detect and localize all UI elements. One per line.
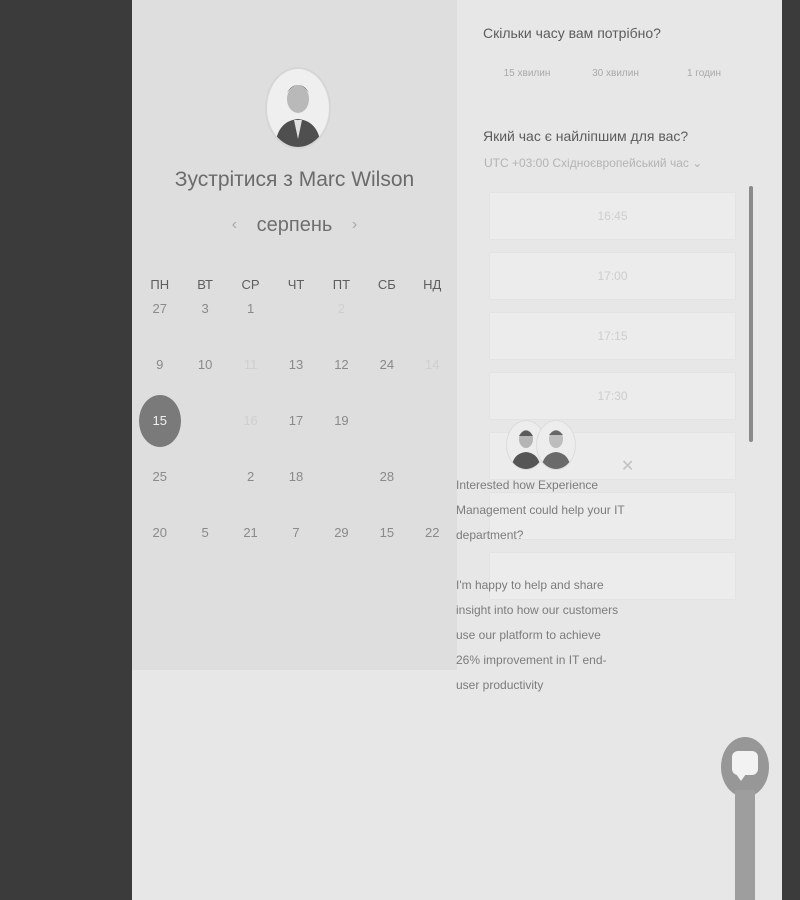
calendar-day[interactable]: 25 — [137, 467, 182, 487]
calendar-day — [319, 467, 364, 487]
chat-popup: ✕ Interested how Experience Management c… — [438, 420, 638, 720]
weekday-label: СР — [241, 277, 260, 292]
calendar-week: 27 3 1 2 — [137, 299, 455, 319]
time-slot[interactable]: 17:00 — [489, 252, 736, 300]
weekday-label: ВТ — [197, 277, 213, 292]
calendar-day — [364, 299, 409, 319]
chat-launcher-button[interactable] — [721, 737, 769, 797]
calendar-day: 14 — [425, 357, 440, 372]
slot-list-scrollbar[interactable] — [749, 186, 753, 442]
calendar-week: 25 2 18 28 — [137, 467, 455, 487]
calendar-day-selected[interactable]: 15 — [137, 395, 182, 447]
calendar-day — [364, 411, 409, 431]
prev-month-icon[interactable]: ‹ — [232, 216, 237, 233]
calendar-day: 2 — [337, 301, 346, 316]
duration-option[interactable]: 30 хвилин — [572, 68, 660, 79]
calendar-day[interactable]: 13 — [273, 355, 318, 375]
calendar-day[interactable]: 15 — [364, 523, 409, 543]
chat-bubble-icon — [732, 751, 758, 781]
agent-avatars — [506, 420, 576, 470]
next-month-icon[interactable]: › — [352, 216, 357, 233]
person-icon — [541, 430, 571, 469]
month-navigator: ‹ серпень › — [132, 214, 457, 237]
weekday-label: ПН — [150, 277, 170, 292]
calendar-day[interactable]: 1 — [228, 299, 273, 319]
launcher-stem — [735, 790, 755, 900]
calendar-day[interactable]: 17 — [273, 411, 318, 431]
person-icon — [275, 85, 321, 147]
calendar-day — [273, 299, 318, 319]
calendar-day[interactable]: 3 — [182, 299, 227, 319]
month-label: серпень — [256, 214, 333, 236]
calendar-day[interactable]: 18 — [273, 467, 318, 487]
duration-option[interactable]: 15 хвилин — [483, 68, 571, 79]
calendar-day[interactable]: 21 — [228, 523, 273, 543]
duration-options: 15 хвилин 30 хвилин 1 годин — [483, 68, 748, 79]
time-slot[interactable]: 16:45 — [489, 192, 736, 240]
chat-message: I'm happy to help and share insight into… — [456, 578, 619, 692]
calendar-day[interactable]: 10 — [182, 355, 227, 375]
calendar-day[interactable]: 29 — [319, 523, 364, 543]
calendar-day[interactable]: 28 — [364, 467, 409, 487]
weekday-label: ЧТ — [287, 277, 305, 292]
calendar-day — [182, 467, 227, 487]
calendar-day: 16 — [243, 413, 258, 428]
timezone-selector[interactable]: UTC +03:00 Східноєвропейський час ⌄ — [484, 156, 702, 170]
time-slot[interactable]: 17:15 — [489, 312, 736, 360]
calendar-day[interactable]: 27 — [137, 299, 182, 319]
calendar-day[interactable]: 12 — [319, 355, 364, 375]
calendar-week: 20 5 21 7 29 15 22 — [137, 523, 455, 543]
duration-option[interactable]: 1 годин — [660, 68, 748, 79]
calendar-week: 9 10 11 13 12 24 14 — [137, 355, 455, 375]
meeting-title: Зустрітися з Marc Wilson — [174, 168, 415, 191]
calendar-day — [182, 411, 227, 431]
calendar-day[interactable]: 19 — [319, 411, 364, 431]
calendar-day[interactable]: 20 — [137, 523, 182, 543]
calendar-day[interactable]: 2 — [228, 467, 273, 487]
calendar-day[interactable]: 5 — [182, 523, 227, 543]
calendar-day — [410, 299, 455, 319]
weekday-label: СБ — [377, 277, 396, 292]
host-avatar — [265, 67, 331, 149]
time-question: Який час є найліпшим для вас? — [483, 128, 689, 144]
duration-question: Скільки часу вам потрібно? — [483, 25, 661, 41]
calendar-day: 11 — [243, 357, 258, 372]
calendar-day[interactable]: 9 — [137, 355, 182, 375]
agent-avatar — [536, 420, 576, 470]
time-slot[interactable]: 17:30 — [489, 372, 736, 420]
weekday-header: ПН ВТ СР ЧТ ПТ СБ НД — [137, 277, 455, 292]
weekday-label: НД — [423, 277, 442, 292]
host-calendar-panel: Зустрітися з Marc Wilson ‹ серпень › ПН … — [132, 0, 457, 670]
weekday-label: ПТ — [332, 277, 351, 292]
chat-message: Interested how Experience Management cou… — [456, 478, 625, 542]
calendar-day[interactable]: 24 — [364, 355, 409, 375]
calendar-week: 15 16 17 19 — [137, 395, 455, 447]
calendar-day[interactable]: 7 — [273, 523, 318, 543]
